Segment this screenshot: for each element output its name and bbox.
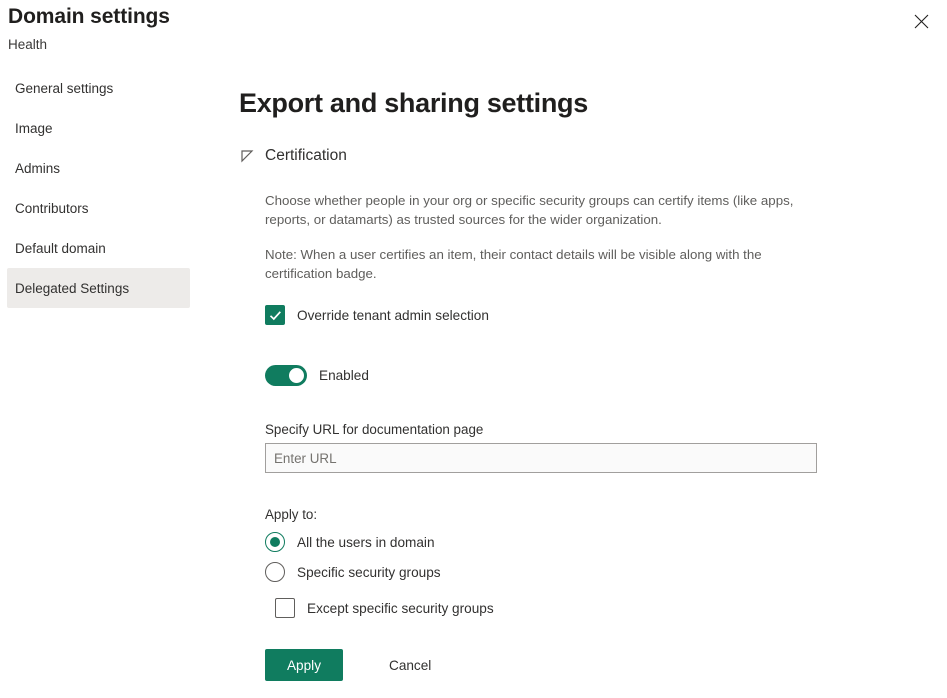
enabled-toggle-label: Enabled <box>319 368 369 383</box>
radio-dot <box>270 537 280 547</box>
sidebar-item-label: Contributors <box>15 201 89 216</box>
override-tenant-admin-label: Override tenant admin selection <box>297 308 489 323</box>
sidebar-item-delegated-settings[interactable]: Delegated Settings <box>7 268 190 308</box>
sidebar-item-label: Admins <box>15 161 60 176</box>
except-specific-groups-row[interactable]: Except specific security groups <box>275 598 899 618</box>
sidebar-item-image[interactable]: Image <box>7 108 190 148</box>
documentation-url-input[interactable] <box>265 443 817 473</box>
domain-settings-panel: Domain settings Health General settings … <box>0 0 947 698</box>
sidebar-item-label: Delegated Settings <box>15 281 129 296</box>
sidebar-item-contributors[interactable]: Contributors <box>7 188 190 228</box>
sidebar-item-admins[interactable]: Admins <box>7 148 190 188</box>
checkmark-icon <box>269 309 282 322</box>
certification-description: Choose whether people in your org or spe… <box>265 191 821 229</box>
certification-note: Note: When a user certifies an item, the… <box>265 245 821 283</box>
page-subtitle: Health <box>8 37 47 52</box>
apply-to-label: Apply to: <box>265 507 899 522</box>
cancel-button[interactable]: Cancel <box>381 649 439 681</box>
close-button[interactable] <box>903 4 939 38</box>
override-tenant-admin-checkbox[interactable] <box>265 305 285 325</box>
main-content: Export and sharing settings Certificatio… <box>239 88 899 681</box>
certification-section-header[interactable]: Certification <box>239 147 899 165</box>
section-title: Certification <box>265 147 347 165</box>
sidebar-item-label: Image <box>15 121 53 136</box>
toggle-knob <box>289 368 304 383</box>
radio-row-all-users[interactable]: All the users in domain <box>265 532 899 552</box>
form-actions: Apply Cancel <box>265 649 899 681</box>
sidebar-item-label: General settings <box>15 81 113 96</box>
override-tenant-admin-row[interactable]: Override tenant admin selection <box>265 305 899 325</box>
sidebar-item-general-settings[interactable]: General settings <box>7 68 190 108</box>
page-title: Domain settings <box>8 5 170 29</box>
close-icon <box>914 14 929 29</box>
main-heading: Export and sharing settings <box>239 88 899 119</box>
radio-specific-security-groups[interactable] <box>265 562 285 582</box>
enabled-toggle[interactable] <box>265 365 307 386</box>
url-field-label: Specify URL for documentation page <box>265 422 899 437</box>
radio-specific-groups-label: Specific security groups <box>297 565 441 580</box>
sidebar-item-default-domain[interactable]: Default domain <box>7 228 190 268</box>
collapse-triangle-icon <box>239 148 255 164</box>
enabled-toggle-row[interactable]: Enabled <box>265 365 899 386</box>
radio-row-specific-groups[interactable]: Specific security groups <box>265 562 899 582</box>
sidebar-item-label: Default domain <box>15 241 106 256</box>
apply-button[interactable]: Apply <box>265 649 343 681</box>
settings-sidebar: General settings Image Admins Contributo… <box>0 68 200 308</box>
except-specific-groups-checkbox[interactable] <box>275 598 295 618</box>
radio-all-users-in-domain[interactable] <box>265 532 285 552</box>
except-specific-groups-label: Except specific security groups <box>307 601 494 616</box>
radio-all-users-label: All the users in domain <box>297 535 435 550</box>
